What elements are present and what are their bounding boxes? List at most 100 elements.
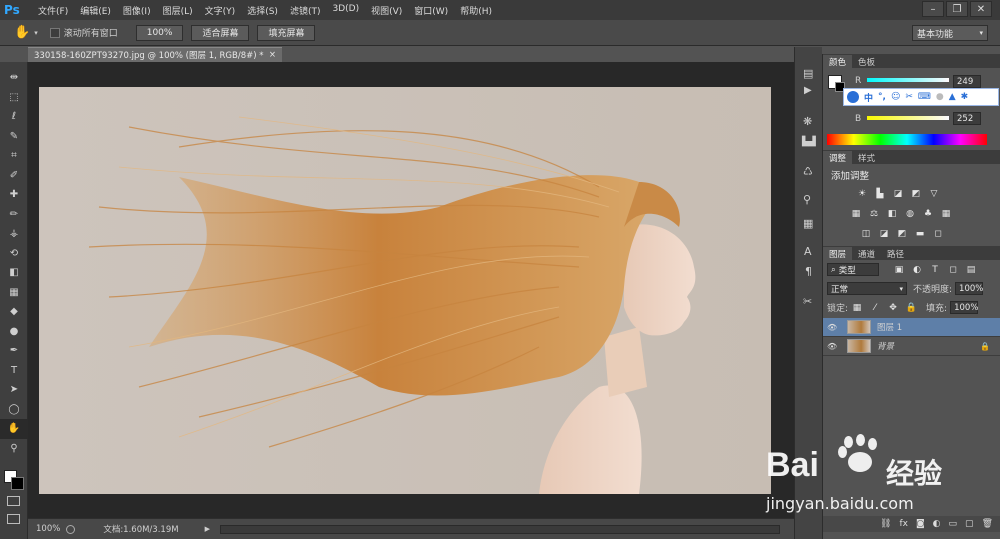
visibility-eye-icon[interactable]: 👁 [827, 342, 841, 351]
color-balance-icon[interactable]: ⚖ [868, 208, 880, 220]
ime-emoji-icon[interactable]: ☺ [891, 92, 900, 102]
brightness-icon[interactable]: ☀ [856, 188, 868, 200]
invert-icon[interactable]: ◫ [860, 228, 872, 240]
healing-tool-icon[interactable]: ✚ [0, 185, 28, 205]
threshold-icon[interactable]: ◩ [896, 228, 908, 240]
close-button[interactable]: ✕ [970, 1, 992, 17]
new-group-icon[interactable]: ▭ [949, 519, 958, 529]
ime-logo-icon[interactable] [847, 91, 859, 103]
character-icon[interactable]: A [804, 245, 812, 258]
menu-item[interactable]: 滤镜(T) [284, 4, 327, 17]
background-color-swatch[interactable] [11, 477, 24, 490]
hue-saturation-icon[interactable]: ▦ [850, 208, 862, 220]
quick-select-tool-icon[interactable]: ✎ [0, 127, 28, 147]
eyedropper-tool-icon[interactable]: ✐ [0, 166, 28, 186]
minimize-button[interactable]: – [922, 1, 944, 17]
document-tab[interactable]: 330158-160ZPT93270.jpg @ 100% (图层 1, RGB… [28, 47, 282, 62]
screen-mode-icon[interactable] [7, 514, 20, 524]
lock-all-icon[interactable]: 🔒 [905, 302, 917, 314]
b-slider[interactable] [867, 116, 949, 120]
channel-mixer-icon[interactable]: ♣ [922, 208, 934, 220]
zoom-level[interactable]: 100% [36, 524, 60, 534]
filter-adjustment-icon[interactable]: ◐ [911, 264, 923, 276]
new-layer-icon[interactable]: ▢ [965, 519, 974, 529]
selective-color-icon[interactable]: ◻ [932, 228, 944, 240]
fx-icon[interactable]: fx [899, 519, 908, 529]
marquee-tool-icon[interactable]: ⬚ [0, 88, 28, 108]
restore-button[interactable]: ❐ [946, 1, 968, 17]
brush-presets-icon[interactable]: ▙▟ [802, 137, 816, 147]
tab-color_panel-1[interactable]: 色板 [852, 55, 881, 68]
eraser-tool-icon[interactable]: ◧ [0, 263, 28, 283]
ime-punctuation-icon[interactable]: °, [878, 92, 886, 102]
filter-smart-icon[interactable]: ▤ [965, 264, 977, 276]
lasso-tool-icon[interactable]: ℓ [0, 107, 28, 127]
fit-screen-button[interactable]: 适合屏幕 [191, 24, 250, 41]
actions-icon[interactable]: ▶ [804, 85, 812, 96]
black-white-icon[interactable]: ◧ [886, 208, 898, 220]
menu-item[interactable]: 文件(F) [32, 4, 74, 17]
link-layers-icon[interactable]: ⛓ [880, 519, 891, 529]
lock-pixels-icon[interactable]: ▦ [851, 302, 863, 314]
color-spectrum-bar[interactable] [827, 134, 987, 145]
tool-presets-icon[interactable]: ⚲ [803, 193, 811, 206]
ime-user-icon[interactable]: ● [936, 92, 944, 102]
close-tab-icon[interactable]: × [269, 50, 276, 60]
b-value-field[interactable]: 252 [953, 112, 981, 125]
new-adjustment-icon[interactable]: ◐ [933, 519, 941, 529]
hand-tool-icon[interactable]: ✋ [0, 419, 28, 439]
brush-settings-icon[interactable]: ❋ [803, 115, 812, 128]
type-tool-icon[interactable]: T [0, 361, 28, 381]
tools-options-icon[interactable]: ✂ [803, 295, 812, 308]
menu-item[interactable]: 图像(I) [117, 4, 157, 17]
quick-mask-icon[interactable] [7, 496, 20, 506]
r-slider[interactable] [867, 78, 949, 82]
vibrance-icon[interactable]: ▽ [928, 188, 940, 200]
scroll-all-checkbox[interactable] [49, 27, 60, 38]
zoom-options-icon[interactable] [66, 524, 76, 534]
curves-icon[interactable]: ◪ [892, 188, 904, 200]
posterize-icon[interactable]: ◪ [878, 228, 890, 240]
tab-adjust_panel-1[interactable]: 样式 [852, 151, 881, 164]
delete-layer-icon[interactable]: 🗑 [982, 519, 993, 529]
menu-item[interactable]: 窗口(W) [408, 4, 454, 17]
layer-filter-select[interactable]: ⌕ 类型 [827, 263, 879, 276]
zoom-100-button[interactable]: 100% [135, 24, 184, 41]
ime-skin-icon[interactable]: ▲ [949, 92, 956, 102]
filter-shape-icon[interactable]: ◻ [947, 264, 959, 276]
menu-item[interactable]: 文字(Y) [199, 4, 242, 17]
tab-adjust_panel-0[interactable]: 调整 [823, 151, 853, 164]
layer-comps-icon[interactable]: ▦ [803, 217, 813, 230]
clone-source-icon[interactable]: ♺ [803, 165, 813, 178]
hand-icon[interactable]: ✋ [14, 25, 30, 40]
tab-layers_panel-2[interactable]: 路径 [881, 247, 910, 260]
stamp-tool-icon[interactable]: ⚶ [0, 224, 28, 244]
layer-row[interactable]: 👁 背景 🔒 [823, 337, 1000, 356]
brush-tool-icon[interactable]: ✏ [0, 205, 28, 225]
menu-item[interactable]: 编辑(E) [74, 4, 117, 17]
exposure-icon[interactable]: ◩ [910, 188, 922, 200]
lock-position-icon[interactable]: ✥ [887, 302, 899, 314]
gradient-tool-icon[interactable]: ▦ [0, 283, 28, 303]
tab-layers_panel-1[interactable]: 通道 [852, 247, 881, 260]
menu-item[interactable]: 视图(V) [365, 4, 408, 17]
menu-item[interactable]: 帮助(H) [454, 4, 498, 17]
filter-pixel-icon[interactable]: ▣ [893, 264, 905, 276]
tab-color_panel-0[interactable]: 颜色 [823, 55, 853, 68]
filter-type-icon[interactable]: T [929, 264, 941, 276]
dodge-tool-icon[interactable]: ● [0, 322, 28, 342]
lock-paint-icon[interactable]: ⁄ [869, 302, 881, 314]
photo-filter-icon[interactable]: ◍ [904, 208, 916, 220]
tab-layers_panel-0[interactable]: 图层 [823, 247, 853, 260]
blend-mode-select[interactable]: 正常 ▾ [827, 282, 907, 295]
chevron-down-icon[interactable]: ▾ [34, 29, 38, 37]
menu-item[interactable]: 选择(S) [241, 4, 284, 17]
paragraph-icon[interactable]: ¶ [805, 265, 812, 278]
history-brush-tool-icon[interactable]: ⟲ [0, 244, 28, 264]
visibility-eye-icon[interactable]: 👁 [827, 323, 841, 332]
levels-icon[interactable]: ▙ [874, 188, 886, 200]
zoom-tool-icon[interactable]: ⚲ [0, 439, 28, 459]
status-menu-icon[interactable]: ▶ [205, 525, 210, 533]
add-mask-icon[interactable]: ◙ [916, 519, 925, 529]
ime-scissors-icon[interactable]: ✂ [905, 92, 913, 102]
